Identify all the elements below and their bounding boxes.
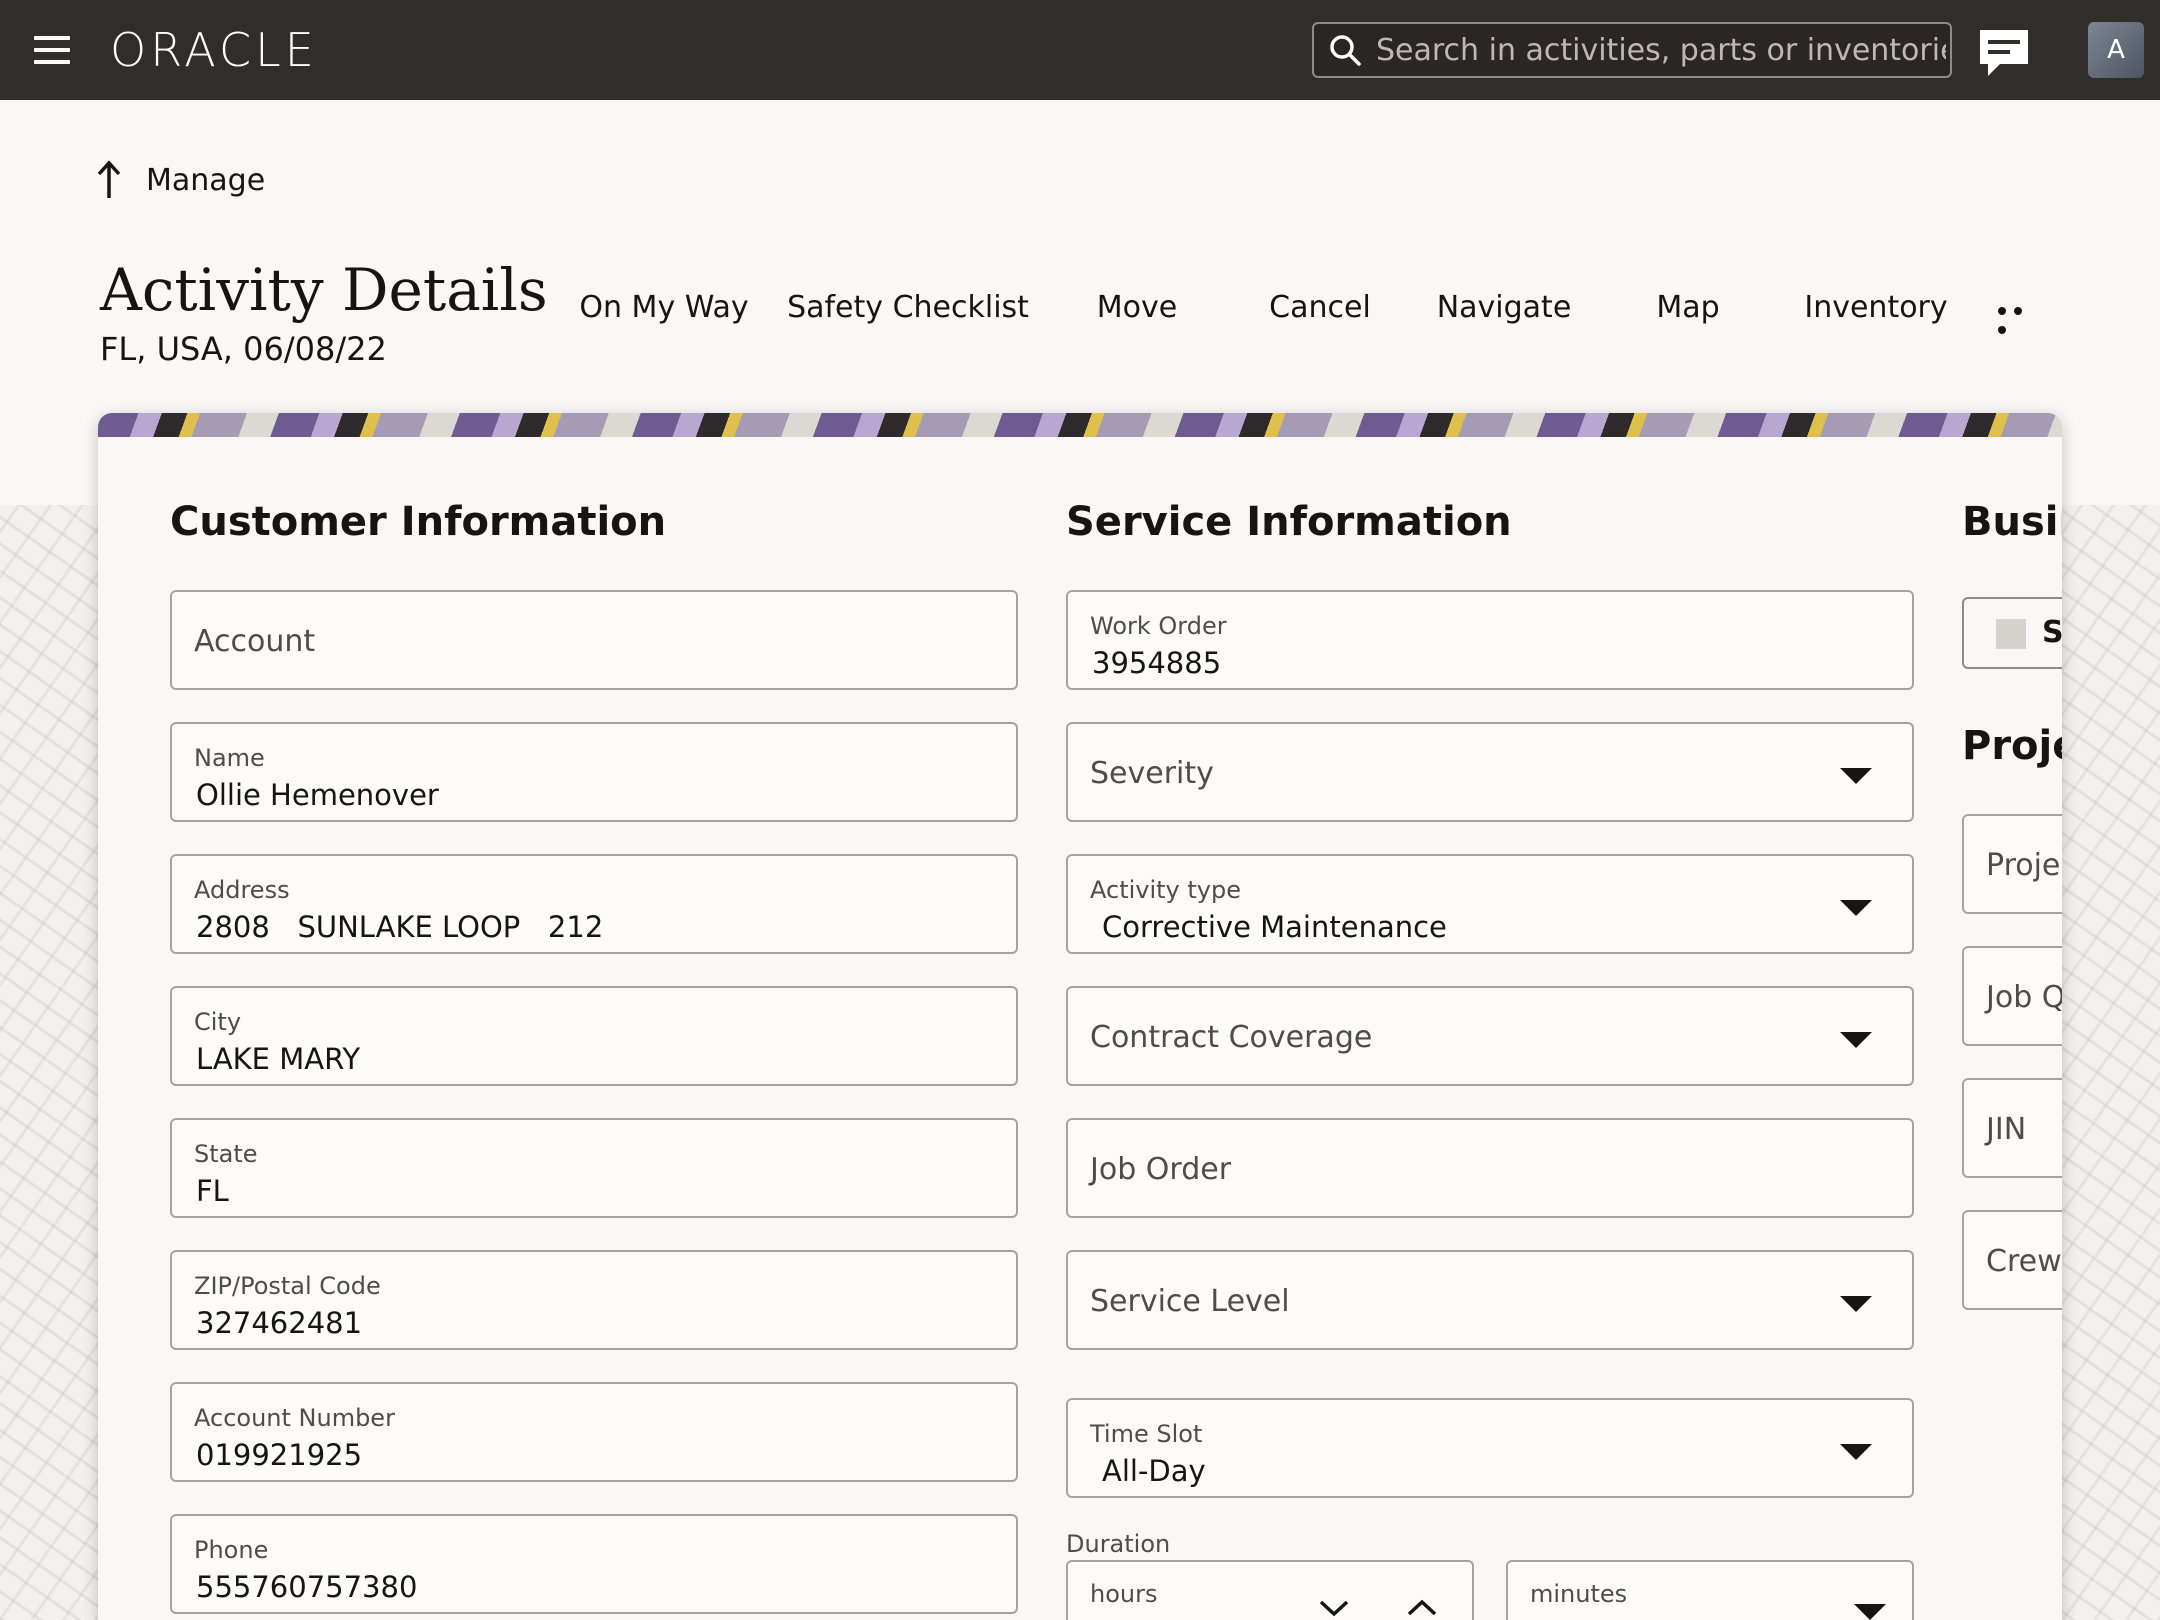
breadcrumb-label[interactable]: Manage bbox=[146, 163, 265, 198]
chat-icon[interactable] bbox=[1978, 28, 2030, 78]
service-info-title: Service Information bbox=[1066, 499, 1512, 545]
service-level-placeholder: Service Level bbox=[1090, 1284, 1290, 1319]
city-label: City bbox=[194, 1008, 242, 1036]
project-field[interactable]: Projec bbox=[1962, 814, 2062, 914]
activity-card: Customer Information Account Name Ollie … bbox=[98, 413, 2062, 1620]
time-slot-value: All-Day bbox=[1102, 1454, 1206, 1488]
phone-label: Phone bbox=[194, 1536, 269, 1564]
activity-type-value: Corrective Maintenance bbox=[1102, 910, 1447, 944]
more-actions-icon[interactable] bbox=[1998, 300, 2044, 334]
chevron-down-icon[interactable] bbox=[1318, 1598, 1350, 1618]
address-label: Address bbox=[194, 876, 290, 904]
customer-info-title: Customer Information bbox=[170, 499, 667, 545]
safety-checklist-button[interactable]: Safety Checklist bbox=[787, 290, 1029, 325]
hamburger-menu-icon[interactable] bbox=[34, 36, 70, 64]
crew-placeholder: Crew S bbox=[1986, 1244, 2062, 1279]
phone-value: 555760757380 bbox=[196, 1570, 418, 1604]
user-avatar[interactable]: A bbox=[2088, 22, 2144, 78]
caret-down-icon bbox=[1840, 1032, 1872, 1048]
job-order-placeholder: Job Order bbox=[1090, 1152, 1232, 1187]
zip-value: 327462481 bbox=[196, 1306, 363, 1340]
name-value: Ollie Hemenover bbox=[196, 778, 439, 812]
hours-stepper[interactable]: hours bbox=[1066, 1560, 1474, 1620]
search-input[interactable] bbox=[1376, 32, 1946, 68]
time-slot-label: Time Slot bbox=[1090, 1420, 1203, 1448]
caret-down-icon bbox=[1854, 1604, 1886, 1620]
activity-type-label: Activity type bbox=[1090, 876, 1241, 904]
account-number-field[interactable]: Account Number 019921925 bbox=[170, 1382, 1018, 1482]
caret-down-icon bbox=[1840, 1444, 1872, 1460]
global-search[interactable] bbox=[1312, 22, 1952, 78]
crew-field[interactable]: Crew S bbox=[1962, 1210, 2062, 1310]
address-field[interactable]: Address 2808 SUNLAKE LOOP 212 bbox=[170, 854, 1018, 954]
jin-field[interactable]: JIN bbox=[1962, 1078, 2062, 1178]
account-placeholder: Account bbox=[194, 624, 316, 659]
zip-label: ZIP/Postal Code bbox=[194, 1272, 381, 1300]
jin-placeholder: JIN bbox=[1986, 1112, 2027, 1147]
page-subtitle: FL, USA, 06/08/22 bbox=[100, 330, 387, 368]
caret-down-icon bbox=[1840, 768, 1872, 784]
severity-placeholder: Severity bbox=[1090, 756, 1214, 791]
move-button[interactable]: Move bbox=[1097, 290, 1177, 325]
name-label: Name bbox=[194, 744, 265, 772]
hours-label: hours bbox=[1090, 1580, 1158, 1608]
cancel-button[interactable]: Cancel bbox=[1269, 290, 1371, 325]
card-banner bbox=[98, 413, 2062, 437]
address-value: 2808 SUNLAKE LOOP 212 bbox=[196, 910, 604, 944]
minutes-select[interactable]: minutes bbox=[1506, 1560, 1914, 1620]
on-my-way-button[interactable]: On My Way bbox=[579, 290, 748, 325]
state-label: State bbox=[194, 1140, 258, 1168]
work-order-label: Work Order bbox=[1090, 612, 1227, 640]
map-button[interactable]: Map bbox=[1656, 290, 1719, 325]
arrow-up-icon bbox=[97, 160, 121, 198]
state-value: FL bbox=[196, 1174, 229, 1208]
page-title: Activity Details bbox=[100, 256, 548, 324]
project-placeholder: Projec bbox=[1986, 848, 2062, 883]
contract-coverage-placeholder: Contract Coverage bbox=[1090, 1020, 1373, 1055]
work-order-field[interactable]: Work Order 3954885 bbox=[1066, 590, 1914, 690]
name-field[interactable]: Name Ollie Hemenover bbox=[170, 722, 1018, 822]
work-order-value: 3954885 bbox=[1092, 646, 1222, 680]
duration-label: Duration bbox=[1066, 1530, 1171, 1558]
caret-down-icon bbox=[1840, 1296, 1872, 1312]
business-checkbox[interactable]: Sa bbox=[1962, 597, 2062, 669]
job-q-placeholder: Job Q bbox=[1986, 980, 2062, 1015]
navigate-button[interactable]: Navigate bbox=[1437, 290, 1572, 325]
business-checkbox-label: Sa bbox=[2042, 615, 2062, 650]
inventory-button[interactable]: Inventory bbox=[1804, 290, 1947, 325]
contract-coverage-select[interactable]: Contract Coverage bbox=[1066, 986, 1914, 1086]
job-order-field[interactable]: Job Order bbox=[1066, 1118, 1914, 1218]
chevron-up-icon[interactable] bbox=[1406, 1598, 1438, 1618]
phone-field[interactable]: Phone 555760757380 bbox=[170, 1514, 1018, 1614]
business-info-title: Busir bbox=[1962, 499, 2062, 545]
zip-field[interactable]: ZIP/Postal Code 327462481 bbox=[170, 1250, 1018, 1350]
minutes-label: minutes bbox=[1530, 1580, 1628, 1608]
severity-select[interactable]: Severity bbox=[1066, 722, 1914, 822]
checkbox-icon[interactable] bbox=[1996, 619, 2026, 649]
top-bar: ORACLE A bbox=[0, 0, 2160, 100]
city-value: LAKE MARY bbox=[196, 1042, 361, 1076]
caret-down-icon bbox=[1840, 900, 1872, 916]
city-field[interactable]: City LAKE MARY bbox=[170, 986, 1018, 1086]
job-q-field[interactable]: Job Q bbox=[1962, 946, 2062, 1046]
breadcrumb[interactable]: Manage bbox=[94, 160, 265, 200]
activity-type-select[interactable]: Activity type Corrective Maintenance bbox=[1066, 854, 1914, 954]
account-field[interactable]: Account bbox=[170, 590, 1018, 690]
oracle-logo: ORACLE bbox=[110, 23, 318, 77]
time-slot-select[interactable]: Time Slot All-Day bbox=[1066, 1398, 1914, 1498]
service-level-select[interactable]: Service Level bbox=[1066, 1250, 1914, 1350]
account-number-value: 019921925 bbox=[196, 1438, 363, 1472]
state-field[interactable]: State FL bbox=[170, 1118, 1018, 1218]
project-section-title: Proje bbox=[1962, 723, 2062, 769]
search-icon bbox=[1330, 35, 1361, 66]
account-number-label: Account Number bbox=[194, 1404, 395, 1432]
